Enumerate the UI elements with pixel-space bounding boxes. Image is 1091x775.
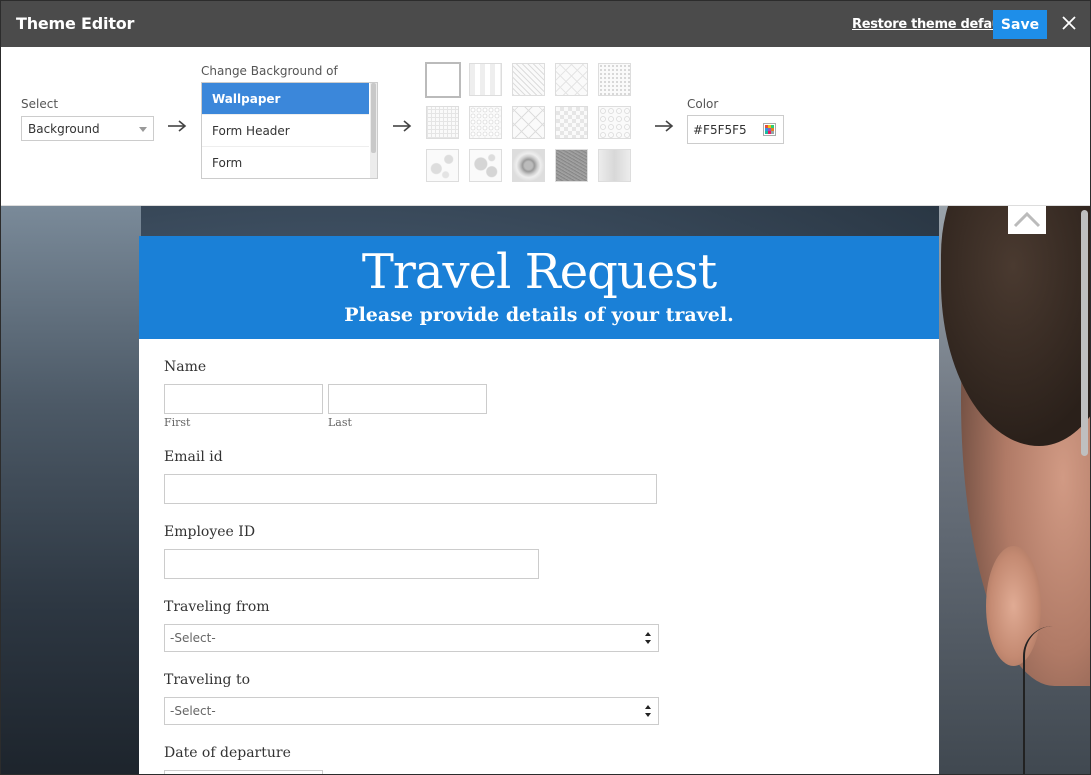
list-scrollbar-thumb[interactable] [371,83,376,153]
element-select[interactable]: Background [21,116,154,141]
departure-date-label: Date of departure [164,745,291,761]
departure-date-input[interactable] [164,770,323,774]
chevron-down-icon [139,127,147,132]
traveling-from-select[interactable]: -Select- [164,624,659,652]
email-label: Email id [164,449,223,465]
save-button[interactable]: Save [993,10,1047,39]
list-scrollbar[interactable] [370,83,377,178]
swatch-splatter[interactable] [426,149,459,182]
preview-scrollbar[interactable] [1079,206,1090,774]
list-item-wallpaper[interactable]: Wallpaper [202,83,369,115]
employee-id-label: Employee ID [164,524,256,540]
change-background-label: Change Background of [201,64,338,78]
swatch-diamond-lattice[interactable] [512,106,545,139]
theme-toolbar: Select Background Change Background of W… [1,47,1090,206]
swatch-checkerboard[interactable] [555,106,588,139]
window-title: Theme Editor [16,14,135,33]
color-hex-value: #F5F5F5 [693,123,747,137]
title-bar: Theme Editor Restore theme defaults Save [1,1,1090,47]
swatch-diagonal-lines[interactable] [512,63,545,96]
email-input[interactable] [164,474,657,504]
form-card: Travel Request Please provide details of… [139,236,939,774]
swatch-flowers[interactable] [469,149,502,182]
first-name-input[interactable] [164,384,323,414]
swatch-vertical-stripes[interactable] [469,63,502,96]
form-header: Travel Request Please provide details of… [139,236,939,339]
swatch-dot-grid[interactable] [469,106,502,139]
preview-scrollbar-thumb[interactable] [1081,210,1088,456]
wallpaper-earphone-cord [1023,626,1063,774]
swatch-floral-dark[interactable] [512,149,545,182]
swatch-noise[interactable] [555,149,588,182]
traveling-to-label: Traveling to [164,672,251,688]
name-label: Name [164,359,207,375]
arrow-right-icon [655,120,674,132]
chevron-up-icon [1013,211,1041,228]
background-target-list: Wallpaper Form Header Form [201,82,378,179]
color-picker-icon[interactable] [763,123,776,136]
employee-id-input[interactable] [164,549,539,579]
swatch-fine-grid[interactable] [426,106,459,139]
close-icon[interactable] [1059,13,1079,33]
last-name-input[interactable] [328,384,487,414]
theme-editor-window: Theme Editor Restore theme defaults Save… [0,0,1091,775]
swatch-circle-dots[interactable] [598,106,631,139]
swatch-plain[interactable] [425,62,461,98]
wallpaper-left [1,206,141,774]
form-title: Travel Request [361,244,717,300]
last-label: Last [328,416,352,429]
list-item-form[interactable]: Form [202,147,369,178]
swatch-gradient-gray[interactable] [598,149,631,182]
select-updown-icon [645,705,651,717]
arrow-right-icon [168,120,187,132]
form-subtitle: Please provide details of your travel. [344,304,734,326]
swatch-fine-dots[interactable] [598,63,631,96]
select-label: Select [21,97,59,111]
scroll-to-top-button[interactable] [1008,206,1046,234]
color-label: Color [687,97,719,111]
traveling-from-label: Traveling from [164,599,270,615]
color-hex-input[interactable]: #F5F5F5 [687,115,784,144]
traveling-from-value: -Select- [170,631,216,645]
swatch-diamond-grid[interactable] [555,63,588,96]
traveling-to-select[interactable]: -Select- [164,697,659,725]
select-updown-icon [645,632,651,644]
traveling-to-value: -Select- [170,704,216,718]
list-item-form-header[interactable]: Form Header [202,115,369,147]
first-label: First [164,416,191,429]
element-select-value: Background [28,122,100,136]
arrow-right-icon [393,120,412,132]
form-preview: Travel Request Please provide details of… [1,206,1090,774]
